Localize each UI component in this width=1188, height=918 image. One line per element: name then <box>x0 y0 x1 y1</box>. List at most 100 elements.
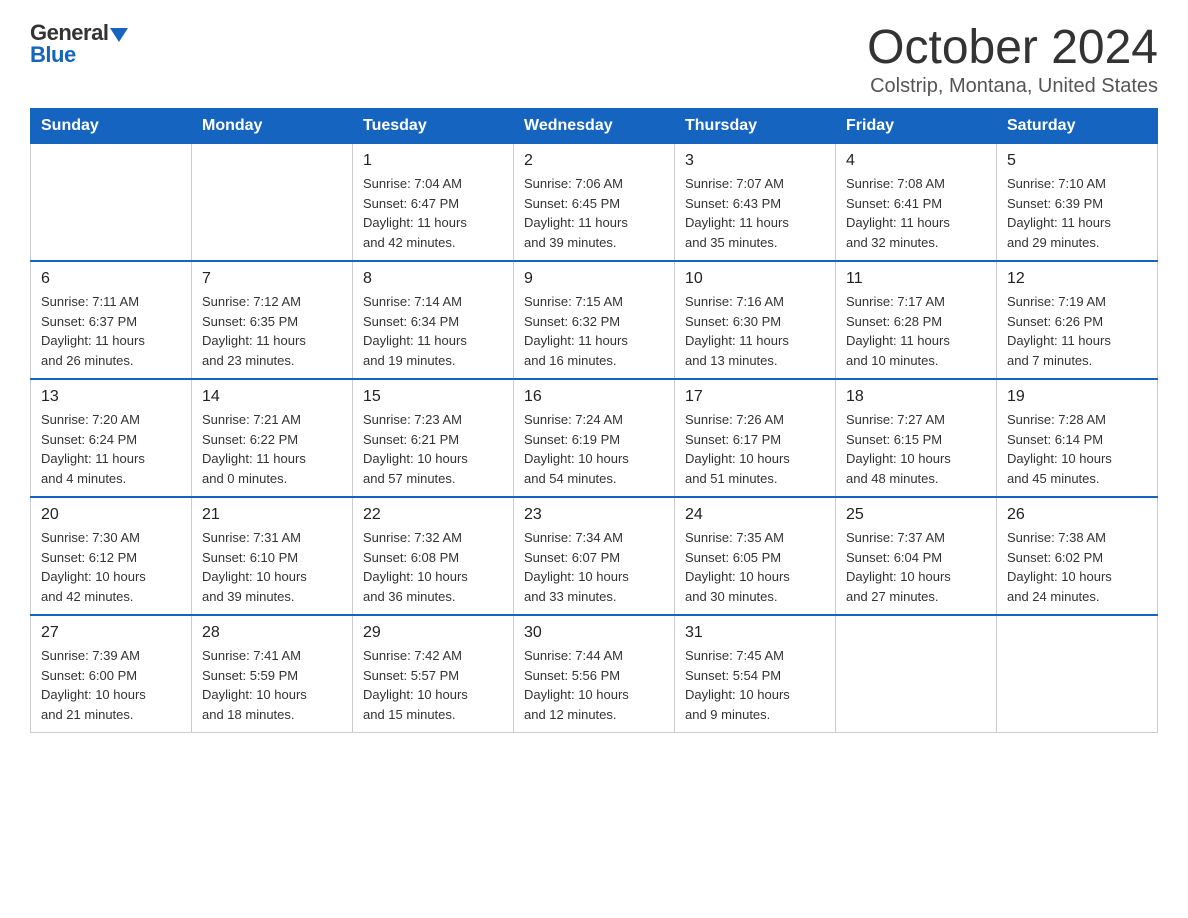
calendar-table: SundayMondayTuesdayWednesdayThursdayFrid… <box>30 108 1158 733</box>
day-number: 10 <box>685 270 825 288</box>
calendar-week-row: 6 Sunrise: 7:11 AM Sunset: 6:37 PM Daylig… <box>31 261 1158 379</box>
day-info: Sunrise: 7:24 AM Sunset: 6:19 PM Dayligh… <box>524 410 664 488</box>
day-number: 23 <box>524 506 664 524</box>
calendar-cell: 10 Sunrise: 7:16 AM Sunset: 6:30 PM Dayli… <box>675 261 836 379</box>
calendar-cell: 19Sunrise: 7:28 AM Sunset: 6:14 PM Dayli… <box>997 379 1158 497</box>
calendar-cell <box>31 144 192 262</box>
calendar-cell: 1 Sunrise: 7:04 AM Sunset: 6:47 PM Daylig… <box>353 144 514 262</box>
day-info: Sunrise: 7:30 AM Sunset: 6:12 PM Dayligh… <box>41 528 181 606</box>
calendar-cell: 13 Sunrise: 7:20 AM Sunset: 6:24 PM Dayli… <box>31 379 192 497</box>
calendar-cell: 12 Sunrise: 7:19 AM Sunset: 6:26 PM Dayli… <box>997 261 1158 379</box>
column-header-wednesday: Wednesday <box>514 109 675 144</box>
column-header-thursday: Thursday <box>675 109 836 144</box>
calendar-header-row: SundayMondayTuesdayWednesdayThursdayFrid… <box>31 109 1158 144</box>
day-number: 18 <box>846 388 986 406</box>
calendar-cell: 9 Sunrise: 7:15 AM Sunset: 6:32 PM Daylig… <box>514 261 675 379</box>
column-header-tuesday: Tuesday <box>353 109 514 144</box>
day-info: Sunrise: 7:34 AM Sunset: 6:07 PM Dayligh… <box>524 528 664 606</box>
calendar-cell: 26Sunrise: 7:38 AM Sunset: 6:02 PM Dayli… <box>997 497 1158 615</box>
day-info: Sunrise: 7:32 AM Sunset: 6:08 PM Dayligh… <box>363 528 503 606</box>
calendar-cell: 15 Sunrise: 7:23 AM Sunset: 6:21 PM Dayli… <box>353 379 514 497</box>
calendar-cell: 2Sunrise: 7:06 AM Sunset: 6:45 PM Daylig… <box>514 144 675 262</box>
column-header-saturday: Saturday <box>997 109 1158 144</box>
page-header: General Blue October 2024 Colstrip, Mont… <box>30 20 1158 98</box>
calendar-cell: 18 Sunrise: 7:27 AM Sunset: 6:15 PM Dayli… <box>836 379 997 497</box>
calendar-cell <box>836 615 997 733</box>
logo: General Blue <box>30 20 128 72</box>
day-number: 30 <box>524 624 664 642</box>
day-number: 28 <box>202 624 342 642</box>
day-info: Sunrise: 7:11 AM Sunset: 6:37 PM Dayligh… <box>41 292 181 370</box>
day-number: 3 <box>685 152 825 170</box>
day-info: Sunrise: 7:04 AM Sunset: 6:47 PM Dayligh… <box>363 174 503 252</box>
day-info: Sunrise: 7:31 AM Sunset: 6:10 PM Dayligh… <box>202 528 342 606</box>
calendar-cell: 11Sunrise: 7:17 AM Sunset: 6:28 PM Dayli… <box>836 261 997 379</box>
calendar-cell: 24 Sunrise: 7:35 AM Sunset: 6:05 PM Dayli… <box>675 497 836 615</box>
calendar-cell: 27Sunrise: 7:39 AM Sunset: 6:00 PM Dayli… <box>31 615 192 733</box>
logo-triangle-icon <box>110 28 128 42</box>
calendar-cell: 3 Sunrise: 7:07 AM Sunset: 6:43 PM Daylig… <box>675 144 836 262</box>
day-info: Sunrise: 7:15 AM Sunset: 6:32 PM Dayligh… <box>524 292 664 370</box>
day-number: 21 <box>202 506 342 524</box>
day-info: Sunrise: 7:07 AM Sunset: 6:43 PM Dayligh… <box>685 174 825 252</box>
day-number: 29 <box>363 624 503 642</box>
day-info: Sunrise: 7:41 AM Sunset: 5:59 PM Dayligh… <box>202 646 342 724</box>
day-info: Sunrise: 7:19 AM Sunset: 6:26 PM Dayligh… <box>1007 292 1147 370</box>
day-info: Sunrise: 7:37 AM Sunset: 6:04 PM Dayligh… <box>846 528 986 606</box>
calendar-cell: 6 Sunrise: 7:11 AM Sunset: 6:37 PM Daylig… <box>31 261 192 379</box>
day-info: Sunrise: 7:23 AM Sunset: 6:21 PM Dayligh… <box>363 410 503 488</box>
calendar-cell <box>192 144 353 262</box>
day-number: 13 <box>41 388 181 406</box>
day-number: 14 <box>202 388 342 406</box>
calendar-cell: 22 Sunrise: 7:32 AM Sunset: 6:08 PM Dayli… <box>353 497 514 615</box>
day-number: 9 <box>524 270 664 288</box>
day-info: Sunrise: 7:14 AM Sunset: 6:34 PM Dayligh… <box>363 292 503 370</box>
day-info: Sunrise: 7:35 AM Sunset: 6:05 PM Dayligh… <box>685 528 825 606</box>
day-info: Sunrise: 7:26 AM Sunset: 6:17 PM Dayligh… <box>685 410 825 488</box>
calendar-cell: 4 Sunrise: 7:08 AM Sunset: 6:41 PM Daylig… <box>836 144 997 262</box>
day-number: 6 <box>41 270 181 288</box>
title-area: October 2024 Colstrip, Montana, United S… <box>867 20 1158 98</box>
column-header-sunday: Sunday <box>31 109 192 144</box>
day-info: Sunrise: 7:16 AM Sunset: 6:30 PM Dayligh… <box>685 292 825 370</box>
day-info: Sunrise: 7:42 AM Sunset: 5:57 PM Dayligh… <box>363 646 503 724</box>
calendar-cell: 20 Sunrise: 7:30 AM Sunset: 6:12 PM Dayli… <box>31 497 192 615</box>
calendar-cell: 17 Sunrise: 7:26 AM Sunset: 6:17 PM Dayli… <box>675 379 836 497</box>
day-number: 15 <box>363 388 503 406</box>
day-number: 19 <box>1007 388 1147 406</box>
day-info: Sunrise: 7:06 AM Sunset: 6:45 PM Dayligh… <box>524 174 664 252</box>
day-info: Sunrise: 7:27 AM Sunset: 6:15 PM Dayligh… <box>846 410 986 488</box>
day-number: 16 <box>524 388 664 406</box>
calendar-cell: 5Sunrise: 7:10 AM Sunset: 6:39 PM Daylig… <box>997 144 1158 262</box>
day-number: 5 <box>1007 152 1147 170</box>
day-info: Sunrise: 7:20 AM Sunset: 6:24 PM Dayligh… <box>41 410 181 488</box>
calendar-cell <box>997 615 1158 733</box>
day-number: 22 <box>363 506 503 524</box>
calendar-cell: 14 Sunrise: 7:21 AM Sunset: 6:22 PM Dayli… <box>192 379 353 497</box>
day-info: Sunrise: 7:45 AM Sunset: 5:54 PM Dayligh… <box>685 646 825 724</box>
day-info: Sunrise: 7:17 AM Sunset: 6:28 PM Dayligh… <box>846 292 986 370</box>
day-info: Sunrise: 7:08 AM Sunset: 6:41 PM Dayligh… <box>846 174 986 252</box>
calendar-cell: 29 Sunrise: 7:42 AM Sunset: 5:57 PM Dayli… <box>353 615 514 733</box>
day-number: 4 <box>846 152 986 170</box>
calendar-week-row: 27Sunrise: 7:39 AM Sunset: 6:00 PM Dayli… <box>31 615 1158 733</box>
day-info: Sunrise: 7:12 AM Sunset: 6:35 PM Dayligh… <box>202 292 342 370</box>
day-number: 25 <box>846 506 986 524</box>
day-info: Sunrise: 7:21 AM Sunset: 6:22 PM Dayligh… <box>202 410 342 488</box>
calendar-cell: 25 Sunrise: 7:37 AM Sunset: 6:04 PM Dayli… <box>836 497 997 615</box>
day-number: 20 <box>41 506 181 524</box>
calendar-cell: 31 Sunrise: 7:45 AM Sunset: 5:54 PM Dayli… <box>675 615 836 733</box>
calendar-cell: 8 Sunrise: 7:14 AM Sunset: 6:34 PM Daylig… <box>353 261 514 379</box>
month-title: October 2024 <box>867 20 1158 75</box>
location-text: Colstrip, Montana, United States <box>867 75 1158 98</box>
day-number: 1 <box>363 152 503 170</box>
calendar-cell: 21 Sunrise: 7:31 AM Sunset: 6:10 PM Dayli… <box>192 497 353 615</box>
logo-blue-text: Blue <box>30 42 76 68</box>
calendar-cell: 28 Sunrise: 7:41 AM Sunset: 5:59 PM Dayli… <box>192 615 353 733</box>
day-number: 24 <box>685 506 825 524</box>
calendar-week-row: 1 Sunrise: 7:04 AM Sunset: 6:47 PM Daylig… <box>31 144 1158 262</box>
day-number: 8 <box>363 270 503 288</box>
day-number: 31 <box>685 624 825 642</box>
day-number: 17 <box>685 388 825 406</box>
day-number: 12 <box>1007 270 1147 288</box>
